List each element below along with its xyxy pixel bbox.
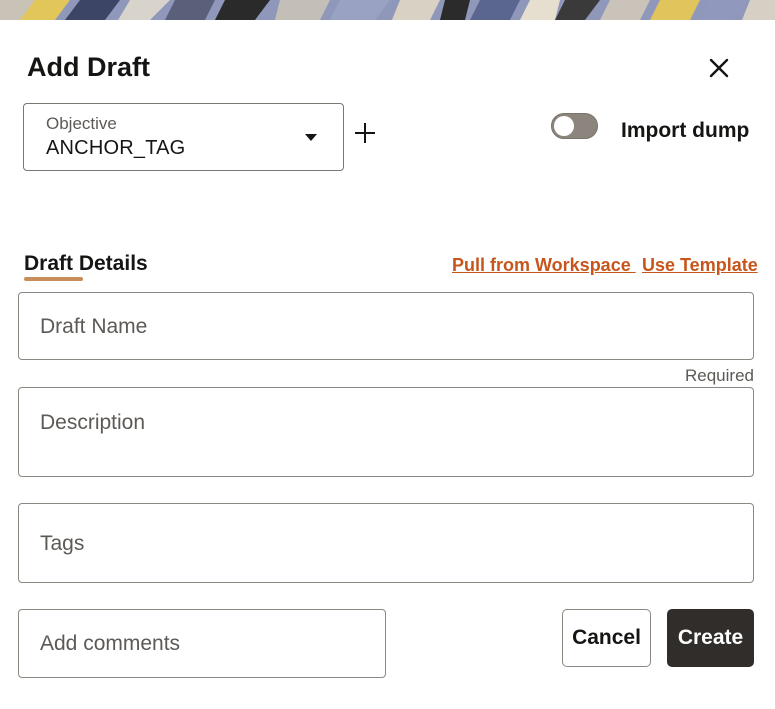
tags-placeholder: Tags bbox=[40, 532, 85, 555]
objective-value: ANCHOR_TAG bbox=[46, 137, 186, 159]
close-button[interactable] bbox=[704, 53, 734, 83]
cancel-button[interactable]: Cancel bbox=[562, 609, 651, 667]
comments-field[interactable]: Add comments bbox=[18, 609, 386, 678]
caret-down-icon bbox=[305, 134, 317, 141]
pull-from-workspace-link[interactable]: Pull from Workspace bbox=[452, 255, 636, 276]
objective-select[interactable]: Objective ANCHOR_TAG bbox=[23, 103, 344, 171]
import-dump-label: Import dump bbox=[621, 119, 750, 142]
tab-draft-details[interactable]: Draft Details bbox=[24, 252, 148, 276]
add-objective-button[interactable] bbox=[352, 120, 378, 146]
close-icon bbox=[709, 58, 729, 78]
description-field[interactable]: Description bbox=[18, 387, 754, 477]
plus-icon bbox=[355, 123, 375, 143]
dialog-title: Add Draft bbox=[27, 52, 150, 82]
decorative-banner bbox=[0, 0, 775, 20]
required-hint: Required bbox=[685, 366, 754, 385]
tags-field[interactable]: Tags bbox=[18, 503, 754, 583]
objective-label: Objective bbox=[46, 114, 117, 133]
description-placeholder: Description bbox=[40, 411, 146, 434]
create-button[interactable]: Create bbox=[667, 609, 754, 667]
tab-underline bbox=[24, 277, 83, 281]
use-template-link[interactable]: Use Template bbox=[642, 255, 758, 276]
draft-name-field[interactable]: Draft Name bbox=[18, 292, 754, 360]
comments-placeholder: Add comments bbox=[40, 632, 181, 655]
draft-name-placeholder: Draft Name bbox=[40, 315, 148, 338]
import-dump-toggle[interactable] bbox=[551, 113, 598, 139]
toggle-knob bbox=[554, 116, 574, 136]
